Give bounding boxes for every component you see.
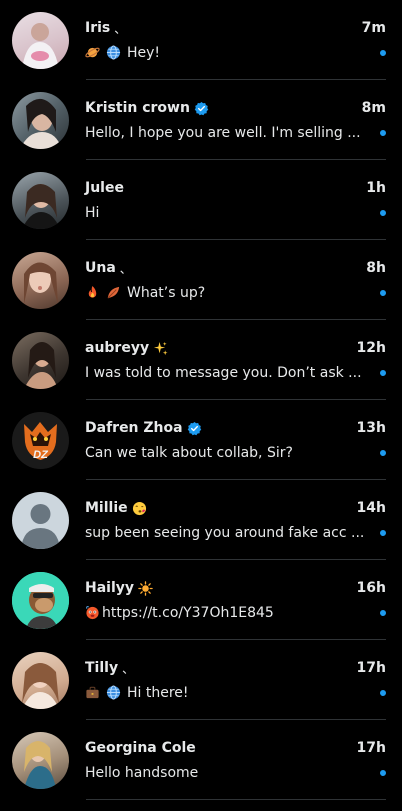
unread-indicator xyxy=(380,610,386,616)
timestamp: 17h xyxy=(356,660,386,676)
conversation-row[interactable]: Kristin crown 8m Hello, I hope you are w… xyxy=(0,80,402,160)
name-suffix: 、 xyxy=(119,261,132,276)
svg-text:DZ: DZ xyxy=(33,449,49,461)
message-preview: Hey! xyxy=(85,45,368,61)
timestamp: 8m xyxy=(361,100,386,116)
avatar[interactable] xyxy=(12,652,69,709)
timestamp: 14h xyxy=(356,500,386,516)
verified-badge-icon xyxy=(187,421,201,435)
sparkles-emoji-icon xyxy=(154,341,168,355)
contact-name: Una xyxy=(85,260,116,276)
hot-face-emoji-icon xyxy=(86,606,99,620)
contact-name: Millie xyxy=(85,500,128,516)
message-preview: https://t.co/Y37Oh1E845 xyxy=(85,605,368,621)
sun-emoji-icon xyxy=(138,580,153,596)
avatar[interactable] xyxy=(12,12,69,69)
leaf-emoji-icon xyxy=(107,286,120,299)
avatar[interactable]: DZ xyxy=(12,412,69,469)
globe-emoji-icon xyxy=(106,45,121,60)
avatar[interactable] xyxy=(12,92,69,149)
contact-name: Kristin crown xyxy=(85,100,190,116)
timestamp: 12h xyxy=(356,340,386,356)
unread-indicator xyxy=(380,290,386,296)
timestamp: 17h xyxy=(356,740,386,756)
unread-indicator xyxy=(380,50,386,56)
timestamp: 1h xyxy=(366,180,386,196)
message-preview: Can we talk about collab, Sir? xyxy=(85,445,293,461)
conversation-list: Iris 、 7m Hey! Kristin crown 8m Hello, I… xyxy=(0,0,402,800)
unread-indicator xyxy=(380,130,386,136)
message-preview: What’s up? xyxy=(85,285,368,301)
contact-name: Dafren Zhoa xyxy=(85,420,183,436)
avatar[interactable] xyxy=(12,332,69,389)
avatar[interactable] xyxy=(12,732,69,789)
kissing-face-emoji-icon xyxy=(132,501,146,515)
message-preview: Hello handsome xyxy=(85,765,199,781)
conversation-row[interactable]: Hailyy 16h https://t.co/Y37Oh1E845 xyxy=(0,560,402,640)
avatar[interactable] xyxy=(12,572,69,629)
name-suffix: 、 xyxy=(122,661,135,676)
conversation-row[interactable]: Georgina Cole 17h Hello handsome xyxy=(0,720,402,800)
planet-emoji-icon xyxy=(85,47,100,58)
globe-emoji-icon xyxy=(106,685,121,700)
message-preview: sup been seeing you around fake acc ... xyxy=(85,525,365,541)
contact-name: Georgina Cole xyxy=(85,740,196,756)
contact-name: Iris xyxy=(85,20,111,36)
conversation-row[interactable]: Iris 、 7m Hey! xyxy=(0,0,402,80)
conversation-row[interactable]: aubreyy 12h I was told to message you. D… xyxy=(0,320,402,400)
name-suffix: 、 xyxy=(114,21,127,36)
timestamp: 13h xyxy=(356,420,386,436)
avatar[interactable] xyxy=(12,252,69,309)
conversation-row[interactable]: Una 、 8h What’s up? xyxy=(0,240,402,320)
conversation-row[interactable]: Millie 14h sup been seeing you around fa… xyxy=(0,480,402,560)
contact-name: Tilly xyxy=(85,660,119,676)
unread-indicator xyxy=(380,770,386,776)
contact-name: aubreyy xyxy=(85,340,150,356)
unread-indicator xyxy=(380,530,386,536)
unread-indicator xyxy=(380,450,386,456)
verified-badge-icon xyxy=(194,101,209,115)
message-preview: Hello, I hope you are well. I'm selling … xyxy=(85,125,361,141)
conversation-row[interactable]: DZ Dafren Zhoa 13h Can we talk about col… xyxy=(0,400,402,480)
contact-name: Julee xyxy=(85,180,124,196)
conversation-row[interactable]: Tilly 、 17h Hi there! xyxy=(0,640,402,720)
timestamp: 8h xyxy=(366,260,386,276)
fire-emoji-icon xyxy=(88,285,97,298)
contact-name: Hailyy xyxy=(85,580,135,596)
briefcase-emoji-icon xyxy=(86,686,99,699)
unread-indicator xyxy=(380,370,386,376)
avatar[interactable] xyxy=(12,172,69,229)
unread-indicator xyxy=(380,210,386,216)
default-avatar-icon[interactable] xyxy=(12,492,69,549)
unread-indicator xyxy=(380,690,386,696)
message-preview: Hi xyxy=(85,205,100,221)
timestamp: 7m xyxy=(361,20,386,36)
message-preview: I was told to message you. Don’t ask ... xyxy=(85,365,362,381)
timestamp: 16h xyxy=(356,580,386,596)
conversation-row[interactable]: Julee 1h Hi xyxy=(0,160,402,240)
message-preview: Hi there! xyxy=(85,685,368,701)
